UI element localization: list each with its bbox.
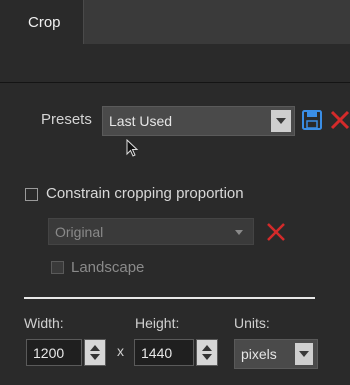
ratio-selected-value: Original <box>55 223 104 240</box>
decrement-icon[interactable] <box>202 354 212 360</box>
divider <box>24 297 315 299</box>
times-symbol: x <box>117 343 124 359</box>
chevron-down-icon <box>235 230 243 235</box>
mouse-pointer-icon <box>126 139 139 157</box>
delete-preset-x-icon[interactable] <box>329 109 350 131</box>
width-value: 1200 <box>33 344 65 361</box>
increment-icon[interactable] <box>202 345 212 351</box>
tab-content-header <box>0 44 350 83</box>
presets-label: Presets <box>41 111 92 128</box>
height-label: Height: <box>135 315 180 331</box>
units-label: Units: <box>234 315 270 331</box>
units-selected-value: pixels <box>241 346 277 362</box>
units-dropdown[interactable]: pixels <box>234 339 318 369</box>
decrement-icon[interactable] <box>90 354 100 360</box>
presets-dropdown[interactable]: Last Used <box>102 106 295 136</box>
chevron-down-icon[interactable] <box>295 343 313 365</box>
height-value: 1440 <box>141 344 173 361</box>
landscape-checkbox <box>51 261 64 274</box>
tab-crop-label: Crop <box>28 13 61 31</box>
crop-panel: Crop Presets Last Used Constrain croppin… <box>0 0 350 385</box>
ratio-dropdown: Original <box>48 218 254 245</box>
constrain-checkbox[interactable] <box>25 188 38 201</box>
landscape-label: Landscape <box>71 259 145 276</box>
increment-icon[interactable] <box>90 345 100 351</box>
constrain-label: Constrain cropping proportion <box>46 185 244 202</box>
height-input[interactable]: 1440 <box>134 339 194 366</box>
tab-bar: Crop <box>0 0 350 45</box>
width-input[interactable]: 1200 <box>26 339 82 366</box>
presets-selected-value: Last Used <box>109 113 173 129</box>
tab-edge <box>0 0 14 44</box>
floppy-disk-icon[interactable] <box>301 109 323 131</box>
chevron-down-icon[interactable] <box>271 110 291 132</box>
height-stepper[interactable] <box>196 339 218 366</box>
width-stepper[interactable] <box>84 339 106 366</box>
tab-crop[interactable]: Crop <box>14 0 84 44</box>
delete-ratio-x-icon[interactable] <box>264 220 288 244</box>
width-label: Width: <box>24 315 64 331</box>
